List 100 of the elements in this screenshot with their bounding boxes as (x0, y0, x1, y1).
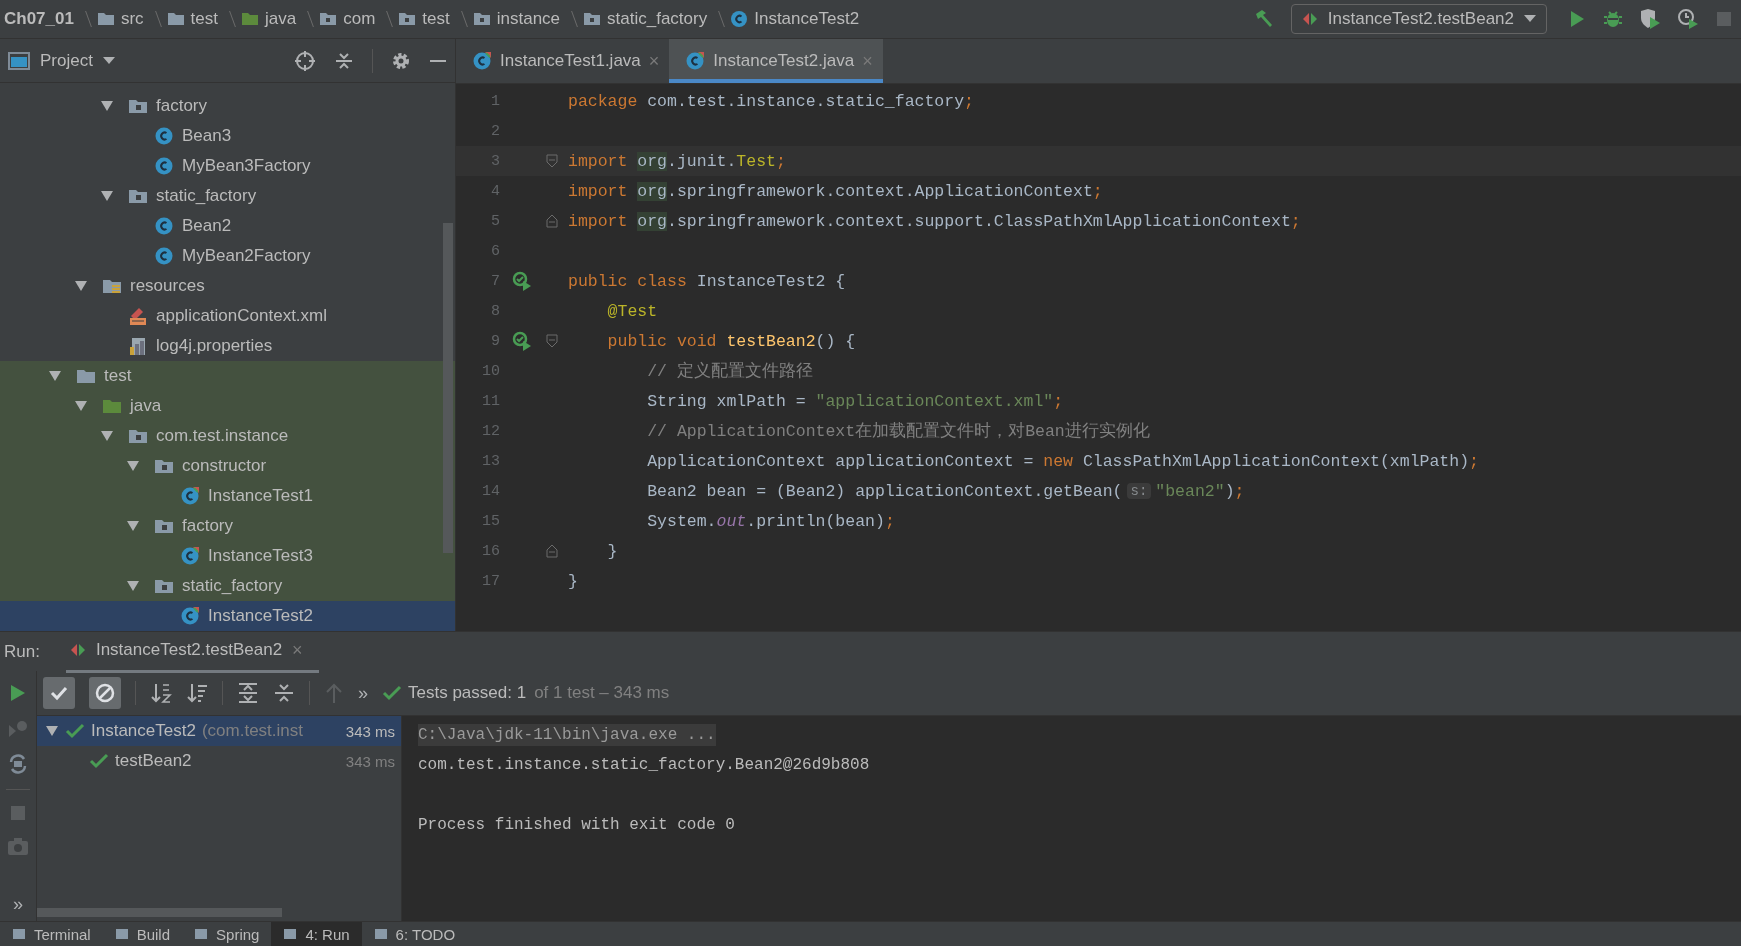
run-configuration-dropdown[interactable]: InstanceTest2.testBean2 (1290, 4, 1547, 34)
expand-arrow-icon[interactable] (126, 580, 140, 592)
code-keyword: public class (568, 271, 688, 291)
tool-window-icon (114, 927, 129, 941)
code-keyword: ; (1092, 181, 1103, 201)
breadcrumb-item[interactable]: instance (472, 9, 561, 29)
tool-window-tab[interactable]: 4: Run (271, 922, 362, 946)
breadcrumb-item[interactable]: static_factory (583, 9, 708, 29)
tree-item[interactable]: static_factory (0, 181, 455, 211)
breadcrumb-item[interactable]: com (319, 9, 376, 29)
auto-test-icon[interactable] (7, 753, 29, 775)
tool-window-tab[interactable]: Build (102, 922, 183, 946)
folder-icon (76, 367, 96, 385)
code-text: org (637, 181, 668, 201)
locate-icon[interactable] (294, 49, 316, 72)
show-ignored-toggle[interactable] (89, 677, 121, 709)
scrollbar-thumb[interactable] (37, 908, 282, 917)
code-text: .println(bean) (746, 511, 885, 531)
tool-window-tab[interactable]: 6: TODO (361, 922, 468, 946)
expand-arrow-icon[interactable] (126, 520, 140, 532)
tree-item[interactable]: java (0, 391, 455, 421)
expand-arrow-icon[interactable] (100, 190, 114, 202)
tree-item[interactable]: InstanceTest3 (0, 541, 455, 571)
show-passed-toggle[interactable] (43, 677, 75, 709)
project-view-selector[interactable]: Project (8, 50, 115, 71)
tree-item[interactable]: static_factory (0, 571, 455, 601)
code-text: org (637, 151, 668, 171)
package-icon (128, 187, 148, 205)
scrollbar-thumb[interactable] (443, 223, 453, 553)
test-result-item[interactable]: InstanceTest2 (com.test.inst 343 ms (37, 716, 401, 746)
tree-item[interactable]: Bean2 (0, 211, 455, 241)
breadcrumb-item[interactable]: Ch07_01 (4, 9, 74, 29)
editor-tab[interactable]: InstanceTest2.java × (669, 39, 883, 83)
line-number: 2 (490, 122, 500, 140)
line-number: 14 (481, 482, 500, 500)
expand-arrow-icon[interactable] (48, 370, 62, 382)
tool-window-tab[interactable]: Terminal (0, 922, 103, 946)
code-keyword: ; (1290, 211, 1301, 231)
code-comment: // ApplicationContext在加载配置文件时，对Bean进行实例化 (646, 421, 1150, 442)
breadcrumb-item[interactable]: java (241, 9, 297, 29)
sort-by-duration-icon[interactable] (186, 682, 208, 704)
run-test-icon[interactable] (512, 331, 532, 351)
code-keyword: ; (1469, 451, 1479, 471)
fold-marker-icon[interactable] (546, 334, 558, 348)
more-button[interactable]: » (13, 894, 23, 915)
console-output: Process finished with exit code 0 (418, 816, 735, 834)
tree-item[interactable]: constructor (0, 451, 455, 481)
code-text: .springframework.context.ApplicationContext (667, 181, 1093, 201)
run-tab[interactable]: InstanceTest2.testBean2 × (65, 630, 319, 673)
code-keyword: ; (775, 151, 786, 171)
expand-all-icon[interactable] (237, 682, 259, 704)
profiler-icon[interactable] (1677, 8, 1699, 30)
class-icon (154, 216, 174, 236)
tree-item[interactable]: InstanceTest2 (0, 601, 455, 631)
collapse-all-icon[interactable] (334, 50, 354, 71)
fold-marker-icon[interactable] (546, 154, 558, 168)
expand-arrow-icon[interactable] (45, 725, 59, 737)
code-annotation: @Test (606, 301, 658, 321)
expand-arrow-icon[interactable] (74, 400, 88, 412)
breadcrumb-item[interactable]: src (96, 9, 144, 29)
expand-arrow-icon[interactable] (100, 430, 114, 442)
tree-item[interactable]: factory (0, 511, 455, 541)
fold-marker-icon[interactable] (546, 544, 558, 558)
sort-alphabetically-icon[interactable] (150, 682, 172, 704)
run-test-icon[interactable] (512, 271, 532, 291)
tree-item[interactable]: applicationContext.xml (0, 301, 455, 331)
test-result-item[interactable]: testBean2 343 ms (37, 746, 401, 776)
code-keyword: import (568, 151, 629, 171)
tool-window-icon (12, 927, 26, 941)
collapse-all-icon[interactable] (273, 682, 295, 704)
tool-window-tab[interactable]: Spring (182, 922, 272, 946)
tree-item[interactable]: MyBean3Factory (0, 151, 455, 181)
code-string: "bean2" (1155, 481, 1225, 501)
tree-item[interactable]: log4j.properties (0, 331, 455, 361)
breadcrumb-item[interactable]: InstanceTest2 (730, 9, 860, 29)
tree-item[interactable]: com.test.instance (0, 421, 455, 451)
package-icon (319, 11, 338, 27)
code-keyword: new (1043, 451, 1074, 471)
expand-arrow-icon[interactable] (74, 280, 88, 292)
line-number: 6 (490, 242, 500, 260)
line-number: 1 (490, 92, 500, 110)
expand-arrow-icon[interactable] (100, 100, 114, 112)
settings-icon[interactable] (391, 50, 411, 71)
test-class-icon (685, 51, 706, 71)
debug-icon[interactable] (1603, 9, 1623, 29)
tree-item[interactable]: resources (0, 271, 455, 301)
tree-item[interactable]: Bean3 (0, 121, 455, 151)
editor-tab[interactable]: InstanceTest1.java × (456, 39, 670, 83)
tree-item[interactable]: MyBean2Factory (0, 241, 455, 271)
tree-item[interactable]: test (0, 361, 455, 391)
coverage-icon[interactable] (1639, 8, 1661, 30)
line-number: 11 (481, 392, 500, 410)
breadcrumb-item[interactable]: test (166, 9, 218, 29)
tree-item[interactable]: factory (0, 91, 455, 121)
caret-icon (102, 56, 115, 65)
more-button[interactable]: » (358, 682, 368, 704)
fold-marker-icon[interactable] (546, 214, 558, 228)
tree-item[interactable]: InstanceTest1 (0, 481, 455, 511)
expand-arrow-icon[interactable] (126, 460, 140, 472)
breadcrumb-item[interactable]: test (398, 9, 450, 29)
